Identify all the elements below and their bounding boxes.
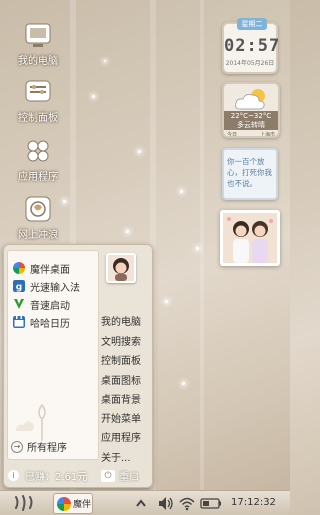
clock-time: 02:57 <box>224 36 281 56</box>
pinwheel-icon <box>13 262 25 274</box>
power-icon: ⏻ <box>101 469 115 482</box>
desktop-icon-my-computer[interactable]: 我的电脑 <box>8 22 68 67</box>
control-panel-icon <box>25 80 51 102</box>
note-widget[interactable]: 你一百个放心，打死你我也不说。 <box>222 148 278 200</box>
start-button[interactable] <box>10 494 36 513</box>
desktop-icon-label: 网上冲浪 <box>18 230 58 241</box>
clock-weekday: 星期二 <box>237 18 267 30</box>
desktop-icon-label: 我的电脑 <box>18 56 58 67</box>
calendar-icon <box>13 316 25 328</box>
menu-item-mobanzhuomian[interactable]: 魔伴桌面 <box>8 259 98 277</box>
link-desktop-icons[interactable]: 桌面图标 <box>101 372 141 387</box>
link-civil-search[interactable]: 文明搜索 <box>101 333 141 348</box>
launcher-icon <box>14 299 24 309</box>
pinwheel-icon <box>57 496 71 511</box>
desktop-icon-label: 应用程序 <box>18 172 58 183</box>
note-text: 你一百个放心，打死你我也不说。 <box>227 157 272 188</box>
all-programs-label: 所有程序 <box>27 443 67 454</box>
desktop-icon-applications[interactable]: 应用程序 <box>8 138 68 183</box>
restart-button[interactable]: ⏻ 重启 <box>101 468 139 483</box>
start-menu: 魔伴桌面 g 光速输入法 音速启动 哈哈日历 → 所有程序 我的电脑 文明搜索 … <box>3 244 153 488</box>
avatar-image <box>108 255 134 281</box>
weather-day-label: 今日 <box>227 132 238 138</box>
all-programs-button[interactable]: → 所有程序 <box>11 439 67 454</box>
earnings-label: 已赚：2.61元 <box>25 472 88 483</box>
link-start-menu[interactable]: 开始菜单 <box>101 410 141 425</box>
restart-label: 重启 <box>119 472 139 483</box>
link-desktop-background[interactable]: 桌面背景 <box>101 391 141 406</box>
arrow-right-icon: → <box>11 440 23 453</box>
weather-widget[interactable]: 22°C~32°C 多云转晴 今日 上海市 <box>222 82 280 138</box>
weather-city: 上海市 <box>259 132 275 138</box>
weather-condition: 多云转晴 <box>224 120 278 130</box>
taskbar-item-moban[interactable]: 魔伴 <box>53 493 93 514</box>
clock-widget[interactable]: 星期二 02:57 2014年05月26日 <box>222 18 281 74</box>
link-applications[interactable]: 应用程序 <box>101 429 141 444</box>
menu-item-label: 音速启动 <box>30 300 70 312</box>
taskbar: 魔伴 17:12:32 <box>0 490 290 515</box>
internet-icon <box>25 196 51 222</box>
menu-item-label: 魔伴桌面 <box>30 264 70 276</box>
photo-frame-widget[interactable] <box>220 210 280 266</box>
cloudy-weather-icon <box>235 89 265 110</box>
link-control-panel[interactable]: 控制面板 <box>101 352 141 367</box>
menu-item-label: 哈哈日历 <box>30 318 70 330</box>
desktop-icon-internet[interactable]: 网上冲浪 <box>8 196 68 241</box>
start-menu-footer: i 已赚：2.61元 ⏻ 重启 <box>4 465 154 485</box>
user-avatar[interactable] <box>106 253 136 283</box>
wifi-icon[interactable] <box>179 495 195 512</box>
taskbar-clock[interactable]: 17:12:32 <box>231 497 276 508</box>
volume-icon[interactable] <box>158 495 174 512</box>
computer-icon <box>25 23 51 47</box>
weather-temperature: 22°C~32°C <box>224 111 278 120</box>
svg-text:g: g <box>16 283 22 293</box>
start-menu-app-list: 魔伴桌面 g 光速输入法 音速启动 哈哈日历 → 所有程序 <box>7 250 99 460</box>
chevron-up-icon[interactable] <box>135 495 147 512</box>
coin-icon: i <box>8 470 19 481</box>
desktop-icon-label: 控制面板 <box>18 113 58 124</box>
applications-icon <box>27 140 49 162</box>
input-method-icon: g <box>13 280 25 292</box>
earnings-status: i 已赚：2.61元 <box>8 468 87 483</box>
menu-item-yinsu-launcher[interactable]: 音速启动 <box>8 295 98 313</box>
desktop-icon-control-panel[interactable]: 控制面板 <box>8 79 68 124</box>
clock-date: 2014年05月26日 <box>225 60 275 67</box>
menu-item-guangsu-input[interactable]: g 光速输入法 <box>8 277 98 295</box>
battery-icon[interactable] <box>200 495 222 512</box>
link-my-computer[interactable]: 我的电脑 <box>101 313 141 328</box>
photo-image <box>223 213 277 263</box>
menu-item-haha-calendar[interactable]: 哈哈日历 <box>8 313 98 331</box>
menu-decoration-icon <box>16 403 46 441</box>
menu-item-label: 光速输入法 <box>30 282 80 294</box>
taskbar-item-label: 魔伴 <box>73 500 92 510</box>
link-about[interactable]: 关于... <box>101 449 131 464</box>
